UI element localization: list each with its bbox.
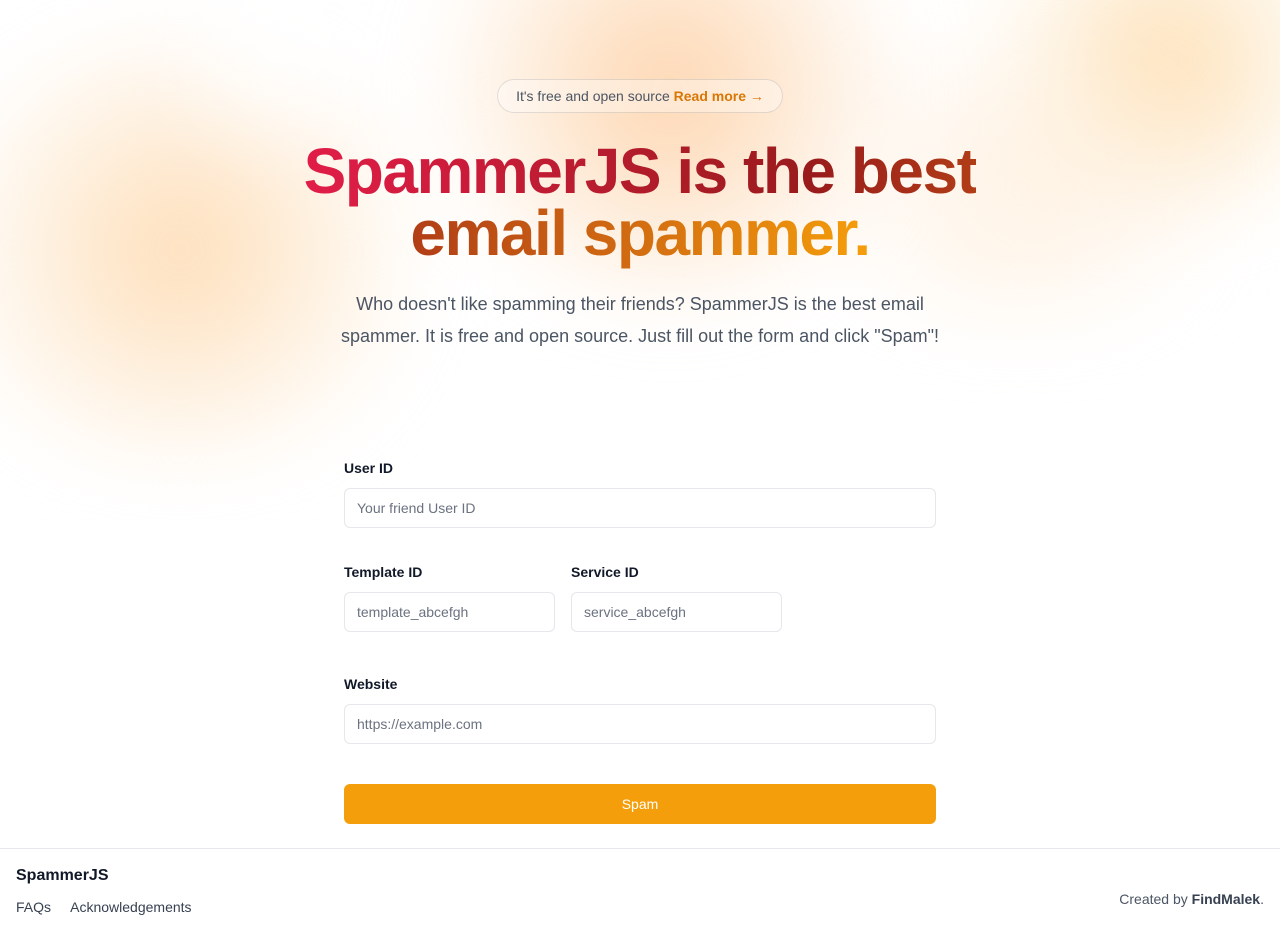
website-label: Website [344,676,398,692]
user-id-label: User ID [344,460,394,476]
service-id-input[interactable] [571,592,782,632]
service-id-label: Service ID [571,564,639,580]
read-more-label: Read more [673,88,747,104]
faqs-link[interactable]: FAQs [16,899,51,915]
template-id-input[interactable] [344,592,555,632]
user-id-group: User ID [344,456,936,528]
read-more-link[interactable]: Read more → [674,88,764,104]
website-input[interactable] [344,704,936,744]
template-id-group: Template ID [344,560,555,632]
service-id-group: Service ID [571,560,782,632]
footer: SpammerJS FAQs Acknowledgements Created … [0,848,1280,933]
footer-credit: Created by FindMalek. [1119,891,1264,907]
page-title: SpammerJS is the best email spammer. [300,139,980,265]
page-subtitle: Who doesn't like spamming their friends?… [340,294,940,346]
footer-nav: FAQs Acknowledgements [16,899,208,915]
website-group: Website [344,672,936,744]
credit-suffix: . [1260,891,1264,907]
template-id-label: Template ID [344,564,423,580]
open-source-badge: It's free and open source Read more → [497,79,783,113]
footer-brand: SpammerJS [16,867,109,884]
credit-prefix: Created by [1119,891,1188,907]
badge-text: It's free and open source [516,88,670,104]
arrow-right-icon: → [749,88,764,104]
author-link[interactable]: FindMalek [1192,891,1260,907]
acknowledgements-link[interactable]: Acknowledgements [70,899,191,915]
user-id-input[interactable] [344,488,936,528]
spam-button[interactable]: Spam [344,784,936,824]
headline-text: SpammerJS is the best email spammer. [303,135,978,269]
